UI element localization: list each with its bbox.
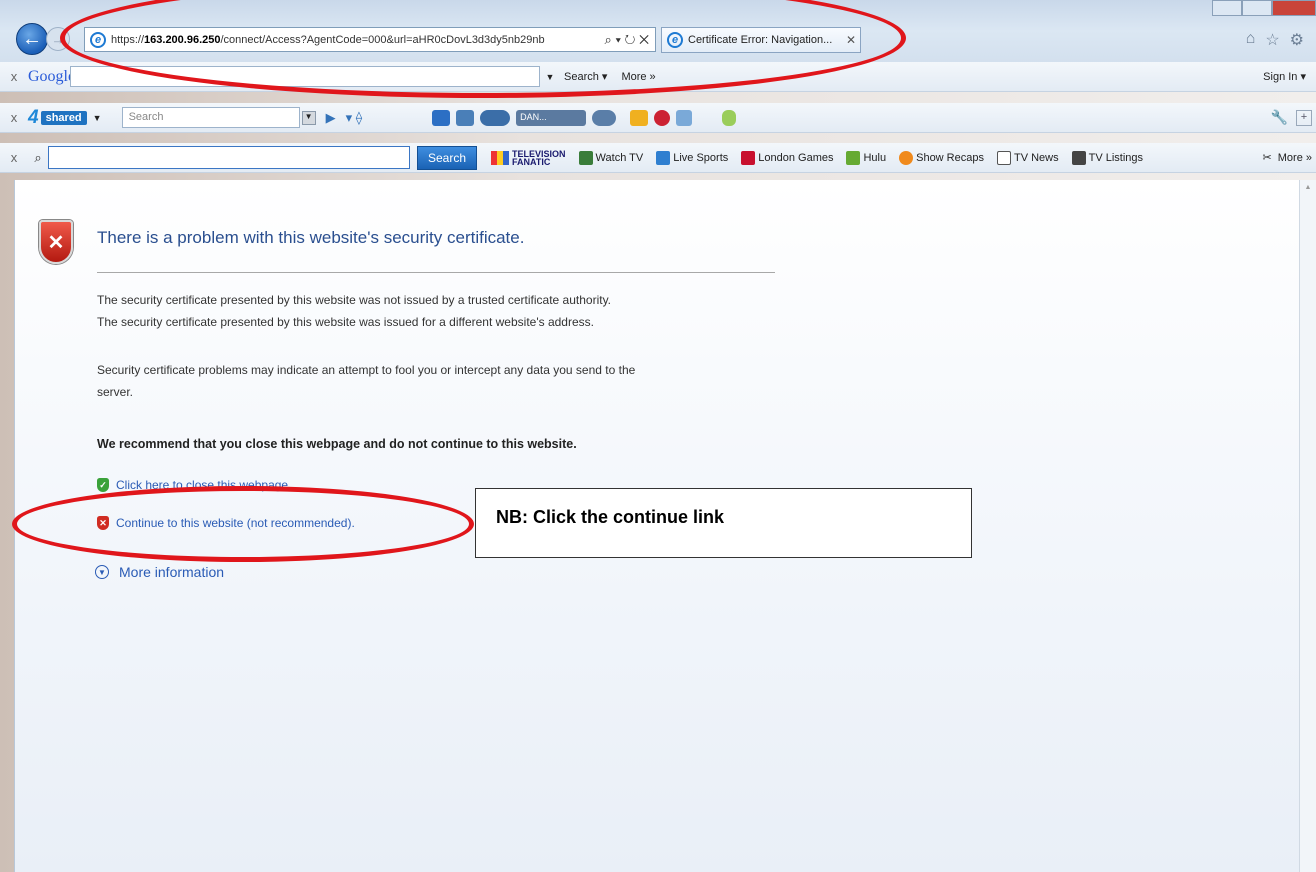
tab-title: Certificate Error: Navigation... — [688, 34, 833, 46]
vertical-scrollbar[interactable]: ▲ — [1299, 180, 1316, 872]
browser-right-icons: ⌂ ☆ ⚙ — [1246, 30, 1304, 50]
chat-bubble-icon — [899, 150, 914, 165]
tv-fanatic-icon — [491, 150, 510, 165]
hulu-icon — [846, 150, 861, 165]
media-app-icon[interactable] — [432, 109, 451, 126]
error-warning-2: server. — [97, 385, 134, 399]
chevron-down-icon[interactable]: ▼ — [301, 110, 316, 125]
notes-icon[interactable] — [676, 109, 693, 126]
address-bar[interactable]: e https://163.200.96.250/connect/Access?… — [84, 27, 656, 52]
media-window-icon[interactable] — [456, 109, 475, 126]
continue-website-link[interactable]: ✕ Continue to this website (not recommen… — [97, 516, 355, 530]
media-controls-icon[interactable] — [480, 109, 511, 126]
more-information-label[interactable]: More information — [119, 564, 224, 580]
forward-arrow-icon[interactable]: → — [46, 27, 70, 51]
tv-fanatic-label: TELEVISION FANATIC — [512, 148, 566, 167]
record-icon[interactable] — [654, 109, 671, 126]
link-live-sports[interactable]: Live Sports — [656, 150, 728, 165]
plus-icon[interactable]: + — [1296, 109, 1312, 126]
wrench-icon[interactable]: 🔧 — [1271, 109, 1296, 126]
back-arrow-icon[interactable]: ← — [16, 23, 48, 55]
chevron-down-circle-icon: ▼ — [95, 565, 109, 579]
links-more-button[interactable]: ✂ More » — [1263, 151, 1316, 164]
link-show-recaps[interactable]: Show Recaps — [899, 150, 984, 165]
tv-fanatic-link[interactable]: TELEVISION FANATIC — [491, 148, 566, 167]
fourshared-logo-four: 4 — [28, 106, 39, 128]
go-arrow-icon[interactable]: ▶ — [326, 110, 336, 126]
options-icon[interactable]: ▾ ⟠ — [346, 110, 363, 126]
google-signin-button[interactable]: Sign In ▾ — [1263, 70, 1316, 83]
link-tv-listings[interactable]: TV Listings — [1071, 150, 1143, 165]
link-tv-news[interactable]: TV News — [996, 150, 1059, 165]
tools-gear-icon[interactable]: ⚙ — [1290, 30, 1304, 50]
close-window-button[interactable] — [1272, 0, 1316, 16]
divider — [97, 272, 775, 273]
google-search-input[interactable] — [70, 66, 540, 87]
fourshared-logo[interactable]: 4 shared — [28, 107, 87, 129]
plugin-icon[interactable] — [722, 109, 737, 126]
error-detail-1: The security certificate presented by th… — [97, 293, 612, 307]
search-icon: ⌕ — [34, 149, 42, 165]
more-information-link[interactable]: ▼ More information — [95, 564, 224, 580]
volume-icon[interactable] — [592, 109, 617, 126]
listings-icon — [1071, 150, 1086, 165]
google-search-button[interactable]: Search ▾ — [560, 70, 607, 83]
close-webpage-link[interactable]: ✓ Click here to close this webpage. — [97, 478, 291, 492]
window-controls — [1212, 0, 1316, 16]
red-shield-icon: ✕ — [97, 516, 109, 530]
sports-icon — [656, 150, 671, 165]
toolbar-close-icon[interactable]: x — [0, 150, 28, 165]
toolbar-close-icon[interactable]: x — [0, 110, 28, 125]
links-search-input[interactable] — [48, 146, 410, 169]
scissors-icon: ✂ — [1262, 152, 1272, 164]
continue-website-label[interactable]: Continue to this website (not recommende… — [116, 516, 355, 530]
annotation-callout: NB: Click the continue link — [475, 488, 972, 558]
links-toolbar: x ⌕ Search TELEVISION FANATIC Watch TV Li… — [0, 143, 1316, 173]
tv-icon — [578, 150, 593, 165]
address-tools[interactable]: ⌕ ▾ ↻ ✕ — [599, 32, 655, 48]
browser-title-bar: ← → e https://163.200.96.250/connect/Acc… — [0, 0, 1316, 62]
scroll-up-icon[interactable]: ▲ — [1300, 184, 1316, 191]
fourshared-search-input[interactable]: Search — [121, 107, 300, 128]
maximize-button[interactable] — [1242, 0, 1272, 16]
link-hulu[interactable]: Hulu — [846, 150, 886, 165]
union-flag-icon — [741, 150, 756, 165]
green-shield-icon: ✓ — [97, 478, 109, 492]
chevron-down-icon[interactable]: ▼ — [93, 113, 102, 123]
recommendation-text: We recommend that you close this webpage… — [97, 437, 577, 451]
close-webpage-label[interactable]: Click here to close this webpage. — [116, 478, 291, 492]
link-watch-tv[interactable]: Watch TV — [578, 150, 643, 165]
link-london-games[interactable]: London Games — [741, 150, 833, 165]
error-detail-2: The security certificate presented by th… — [97, 315, 594, 329]
google-logo: Google — [28, 67, 76, 85]
google-toolbar: x Google ▼ Search ▾ More » Sign In ▾ — [0, 62, 1316, 92]
favorites-icon[interactable]: ☆ — [1265, 30, 1279, 50]
chevron-down-icon[interactable]: ▼ — [540, 72, 560, 82]
home-icon[interactable]: ⌂ — [1246, 30, 1256, 50]
media-widgets: DAN... — [432, 109, 737, 126]
fourshared-toolbar: x 4 shared ▼ Search ▼ ▶ ▾ ⟠ DAN... 🔧 + — [0, 103, 1316, 133]
media-track-label[interactable]: DAN... — [516, 109, 587, 126]
google-more-button[interactable]: More » — [621, 71, 655, 83]
tab-certificate-error[interactable]: e Certificate Error: Navigation... ✕ — [661, 27, 861, 53]
tab-close-icon[interactable]: ✕ — [846, 33, 856, 47]
links-search-button[interactable]: Search — [417, 145, 478, 170]
fourshared-logo-shared: shared — [40, 110, 87, 125]
ie-logo-icon: e — [90, 31, 106, 48]
error-shield-icon: ✕ — [39, 220, 73, 264]
minimize-button[interactable] — [1212, 0, 1242, 16]
address-url[interactable]: https://163.200.96.250/connect/Access?Ag… — [111, 34, 599, 46]
page-title: There is a problem with this website's s… — [97, 228, 525, 247]
toolbar-close-icon[interactable]: x — [0, 69, 28, 84]
error-warning-1: Security certificate problems may indica… — [97, 363, 636, 377]
ie-logo-icon: e — [667, 32, 683, 48]
weather-icon[interactable] — [630, 109, 649, 126]
news-icon — [996, 150, 1011, 165]
